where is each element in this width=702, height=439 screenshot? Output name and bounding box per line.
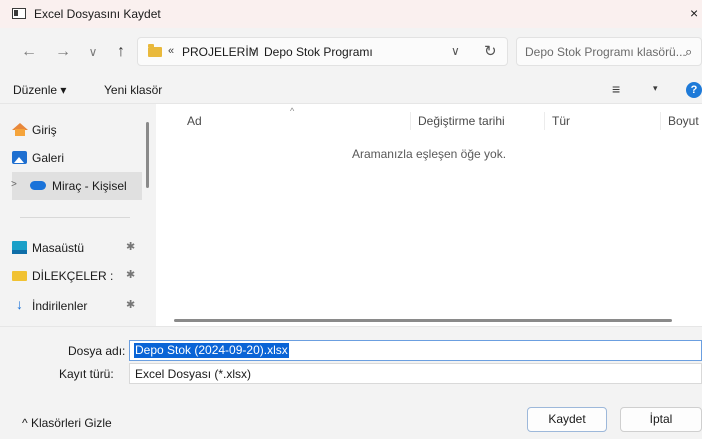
forward-arrow-icon[interactable]: → — [52, 42, 74, 62]
pin-icon[interactable]: ✱ — [126, 268, 135, 281]
column-divider[interactable] — [410, 112, 411, 130]
refresh-icon[interactable]: ↻ — [484, 42, 497, 60]
sidebar-item-home[interactable]: Giriş — [12, 116, 142, 144]
filetype-select[interactable]: Excel Dosyası (*.xlsx) — [129, 363, 702, 384]
organize-menu-button[interactable]: Düzenle ▾ — [13, 83, 66, 97]
help-icon[interactable]: ? — [686, 82, 702, 98]
back-arrow-icon[interactable]: ← — [18, 42, 40, 62]
search-placeholder: Depo Stok Programı klasörü... — [525, 45, 686, 59]
filetype-label: Kayıt türü: — [59, 367, 114, 381]
sidebar-scrollbar[interactable] — [146, 122, 149, 188]
filename-input[interactable]: Depo Stok (2024-09-20).xlsx — [129, 340, 702, 361]
folder-icon — [12, 271, 27, 281]
column-header-type[interactable]: Tür — [552, 114, 570, 128]
column-divider[interactable] — [660, 112, 661, 130]
view-dropdown-icon[interactable]: ▾ — [653, 83, 658, 94]
pin-icon[interactable]: ✱ — [126, 298, 135, 311]
view-options-icon[interactable]: ≡ — [612, 81, 620, 97]
window-title: Excel Dosyasını Kaydet — [34, 7, 161, 21]
sidebar-item-onedrive[interactable]: > Miraç - Kişisel — [11, 172, 142, 200]
download-icon: ↓ — [16, 296, 23, 312]
sidebar-item-downloads[interactable]: ↓ İndirilenler ✱ — [12, 292, 142, 320]
sidebar-divider — [20, 217, 130, 218]
breadcrumb-item-projelerim[interactable]: PROJELERİM — [182, 45, 259, 59]
title-bar: Excel Dosyasını Kaydet × — [0, 0, 702, 28]
sidebar-item-label: Giriş — [32, 123, 57, 137]
expand-chevron-icon[interactable]: > — [11, 179, 17, 190]
sort-ascending-icon: ^ — [290, 106, 295, 116]
address-bar[interactable]: « PROJELERİM › Depo Stok Programı ∨ ↻ — [137, 37, 508, 66]
up-arrow-icon[interactable]: ↑ — [110, 42, 132, 62]
search-icon[interactable]: ⌕ — [685, 44, 692, 60]
column-header-size[interactable]: Boyut — [668, 114, 699, 128]
gallery-icon — [12, 151, 27, 164]
save-form-area: Dosya adı: Depo Stok (2024-09-20).xlsx K… — [0, 326, 702, 439]
save-button[interactable]: Kaydet — [527, 407, 607, 432]
cancel-button[interactable]: İptal — [620, 407, 702, 432]
empty-results-message: Aramanızla eşleşen öğe yok. — [351, 147, 507, 161]
home-icon — [12, 123, 28, 136]
recent-locations-chevron-icon[interactable]: ∨ — [82, 42, 104, 62]
new-folder-button[interactable]: Yeni klasör — [104, 83, 162, 97]
search-input[interactable]: Depo Stok Programı klasörü... ⌕ — [516, 37, 702, 66]
sidebar-item-label: Miraç - Kişisel — [52, 179, 127, 193]
breadcrumb-item-depo-stok-programi[interactable]: Depo Stok Programı — [264, 45, 373, 59]
horizontal-scrollbar[interactable] — [174, 319, 672, 322]
navigation-pane: Giriş Galeri > Miraç - Kişisel Masaüstü … — [0, 104, 156, 326]
breadcrumb-overflow-button[interactable]: « — [168, 45, 174, 57]
sidebar-item-label: DİLEKÇELER : — [32, 269, 114, 283]
filename-value: Depo Stok (2024-09-20).xlsx — [134, 343, 289, 358]
navigation-bar: ← → ∨ ↑ « PROJELERİM › Depo Stok Program… — [0, 28, 702, 76]
sidebar-item-dilekceler[interactable]: DİLEKÇELER : ✱ — [12, 262, 142, 290]
sidebar-item-desktop[interactable]: Masaüstü ✱ — [12, 234, 142, 262]
app-window-icon — [12, 8, 26, 19]
sidebar-item-label: Masaüstü — [32, 241, 85, 255]
pin-icon[interactable]: ✱ — [126, 240, 135, 253]
column-divider[interactable] — [544, 112, 545, 130]
desktop-icon — [12, 241, 27, 254]
sidebar-item-label: Galeri — [32, 151, 65, 165]
sidebar-item-label: İndirilenler — [32, 299, 88, 313]
column-header-date-modified[interactable]: Değiştirme tarihi — [418, 114, 505, 128]
sidebar-item-gallery[interactable]: Galeri — [12, 144, 142, 172]
address-dropdown-icon[interactable]: ∨ — [451, 44, 460, 58]
filetype-value: Excel Dosyası (*.xlsx) — [135, 367, 252, 381]
filename-label: Dosya adı: — [68, 344, 126, 358]
hide-folders-button[interactable]: ^ Klasörleri Gizle — [22, 416, 112, 430]
folder-icon — [148, 44, 162, 57]
file-list-pane: ^ Ad Değiştirme tarihi Tür Boyut Aramanı… — [156, 104, 702, 326]
onedrive-cloud-icon — [30, 181, 46, 190]
command-toolbar: Düzenle ▾ Yeni klasör ≡ ▾ ? — [0, 76, 702, 104]
breadcrumb-separator-icon[interactable]: › — [252, 44, 256, 58]
close-button[interactable]: × — [690, 5, 702, 23]
column-header-name[interactable]: Ad — [187, 114, 202, 128]
